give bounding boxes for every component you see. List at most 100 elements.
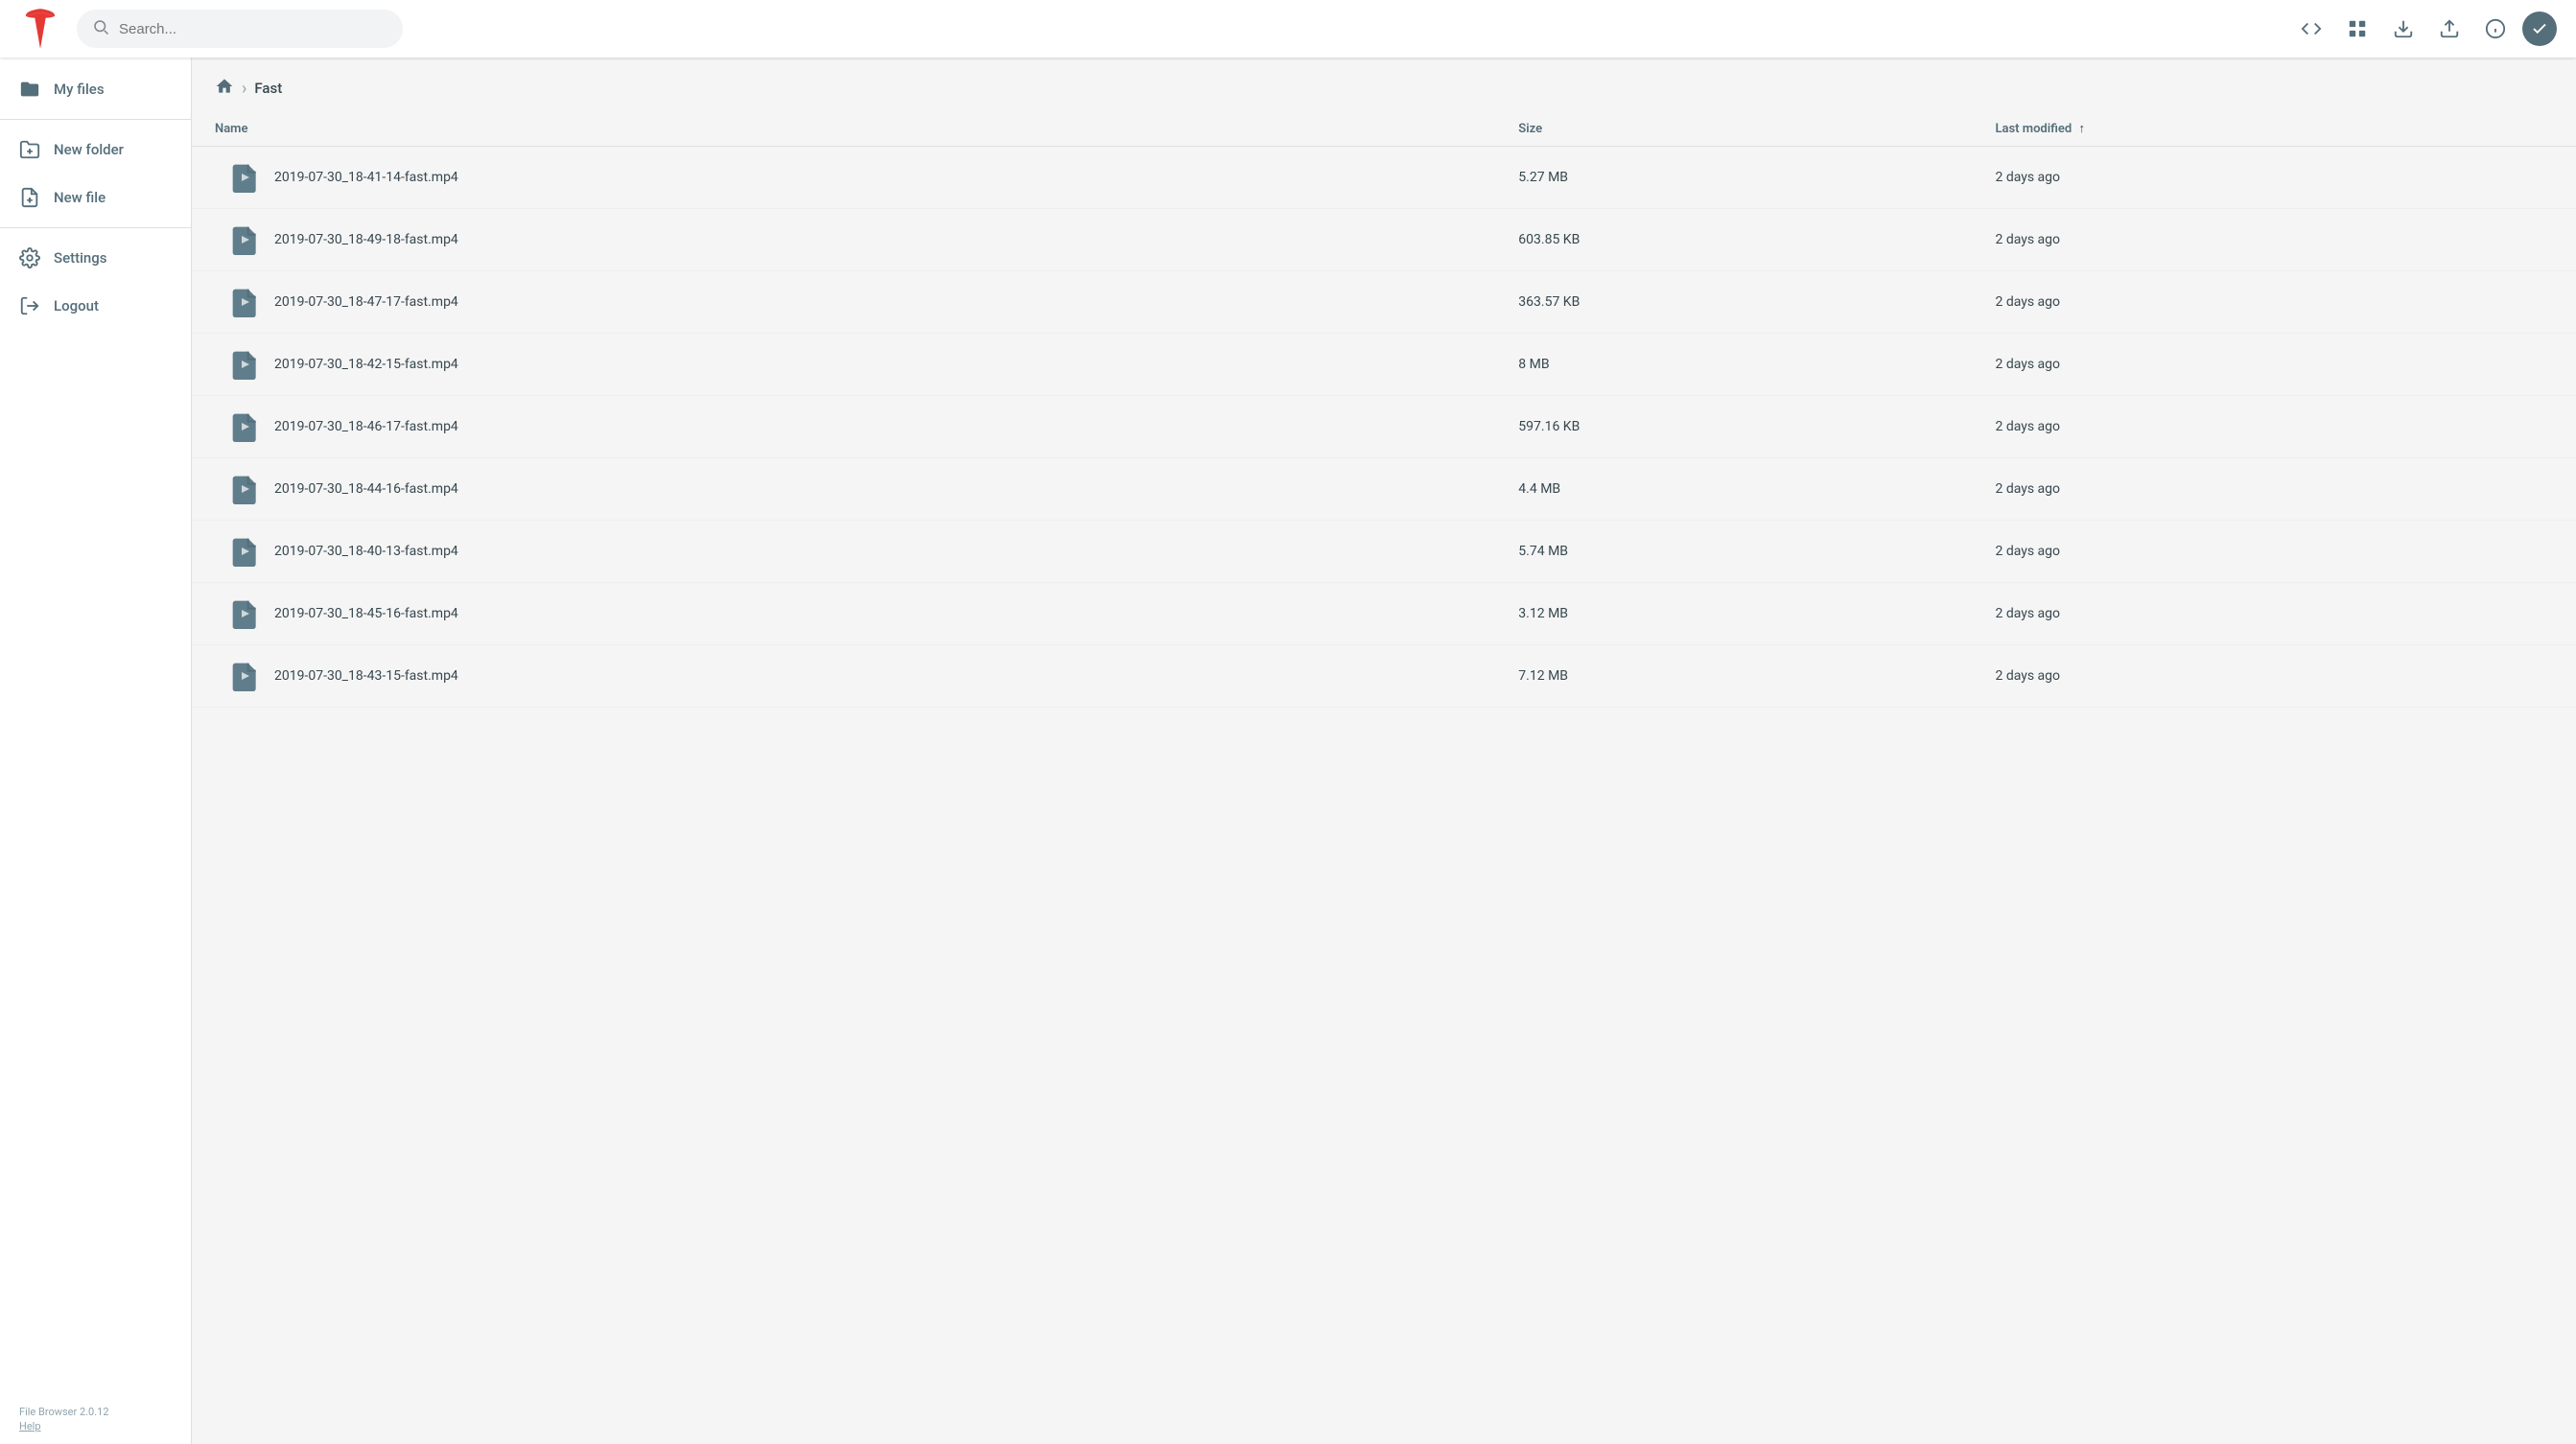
settings-icon xyxy=(19,247,40,268)
file-browser-content: › Fast Name Size Last modified ↑ xyxy=(192,58,2576,1444)
main-layout: My files New folder New file Set xyxy=(0,58,2576,1444)
app-logo xyxy=(19,8,61,50)
table-row[interactable]: 2019-07-30_18-46-17-fast.mp4 597.16 KB 2… xyxy=(192,396,2576,458)
file-name: 2019-07-30_18-41-14-fast.mp4 xyxy=(274,170,458,185)
table-row[interactable]: 2019-07-30_18-49-18-fast.mp4 603.85 KB 2… xyxy=(192,209,2576,271)
table-row[interactable]: 2019-07-30_18-44-16-fast.mp4 4.4 MB 2 da… xyxy=(192,458,2576,521)
file-name: 2019-07-30_18-40-13-fast.mp4 xyxy=(274,544,458,559)
sidebar-item-my-files[interactable]: My files xyxy=(0,65,191,113)
table-row[interactable]: 2019-07-30_18-45-16-fast.mp4 3.12 MB 2 d… xyxy=(192,583,2576,645)
breadcrumb-current: Fast xyxy=(254,80,282,97)
file-modified: 2 days ago xyxy=(1979,396,2576,458)
file-name-cell: 2019-07-30_18-46-17-fast.mp4 xyxy=(207,411,1487,442)
file-table-body: 2019-07-30_18-41-14-fast.mp4 5.27 MB 2 d… xyxy=(192,147,2576,708)
sidebar-new-folder-label: New folder xyxy=(54,141,124,158)
file-table: Name Size Last modified ↑ xyxy=(192,111,2576,708)
video-file-icon xyxy=(230,349,261,380)
sidebar: My files New folder New file Set xyxy=(0,58,192,1444)
video-file-icon xyxy=(230,162,261,193)
file-size: 603.85 KB xyxy=(1503,209,1979,271)
file-plus-icon xyxy=(19,187,40,208)
video-file-icon xyxy=(230,287,261,317)
header-actions xyxy=(2292,10,2557,48)
version-text: File Browser 2.0.12 xyxy=(19,1406,172,1418)
code-view-button[interactable] xyxy=(2292,10,2330,48)
breadcrumb-home[interactable] xyxy=(215,77,234,100)
video-file-icon xyxy=(230,536,261,567)
file-modified: 2 days ago xyxy=(1979,458,2576,521)
sidebar-my-files-label: My files xyxy=(54,81,105,98)
grid-view-button[interactable] xyxy=(2338,10,2377,48)
file-modified: 2 days ago xyxy=(1979,334,2576,396)
file-modified: 2 days ago xyxy=(1979,521,2576,583)
file-name: 2019-07-30_18-43-15-fast.mp4 xyxy=(274,668,458,684)
search-input[interactable] xyxy=(119,21,387,37)
upload-button[interactable] xyxy=(2430,10,2469,48)
download-button[interactable] xyxy=(2384,10,2423,48)
confirm-button[interactable] xyxy=(2522,12,2557,46)
table-row[interactable]: 2019-07-30_18-43-15-fast.mp4 7.12 MB 2 d… xyxy=(192,645,2576,708)
file-name: 2019-07-30_18-44-16-fast.mp4 xyxy=(274,481,458,497)
breadcrumb-separator: › xyxy=(242,79,246,99)
file-size: 5.27 MB xyxy=(1503,147,1979,209)
sidebar-divider-2 xyxy=(0,227,191,228)
sidebar-logout-label: Logout xyxy=(54,297,99,314)
search-bar[interactable] xyxy=(77,10,403,48)
file-size: 5.74 MB xyxy=(1503,521,1979,583)
file-name: 2019-07-30_18-49-18-fast.mp4 xyxy=(274,232,458,247)
file-size: 8 MB xyxy=(1503,334,1979,396)
header xyxy=(0,0,2576,58)
file-name-cell: 2019-07-30_18-45-16-fast.mp4 xyxy=(207,598,1487,629)
col-name[interactable]: Name xyxy=(192,111,1503,147)
file-modified: 2 days ago xyxy=(1979,645,2576,708)
home-icon xyxy=(215,77,234,96)
breadcrumb: › Fast xyxy=(192,58,2576,111)
sidebar-item-logout[interactable]: Logout xyxy=(0,282,191,330)
help-link[interactable]: Help xyxy=(19,1420,172,1432)
video-file-icon xyxy=(230,661,261,691)
col-modified[interactable]: Last modified ↑ xyxy=(1979,111,2576,147)
sidebar-new-file-label: New file xyxy=(54,189,105,206)
file-size: 597.16 KB xyxy=(1503,396,1979,458)
file-name-cell: 2019-07-30_18-43-15-fast.mp4 xyxy=(207,661,1487,691)
col-size[interactable]: Size xyxy=(1503,111,1979,147)
file-name-cell: 2019-07-30_18-47-17-fast.mp4 xyxy=(207,287,1487,317)
sidebar-divider-1 xyxy=(0,119,191,120)
folder-plus-icon xyxy=(19,139,40,160)
search-icon xyxy=(92,18,109,39)
file-size: 363.57 KB xyxy=(1503,271,1979,334)
sidebar-footer: File Browser 2.0.12 Help xyxy=(0,1394,191,1444)
info-button[interactable] xyxy=(2476,10,2515,48)
table-row[interactable]: 2019-07-30_18-42-15-fast.mp4 8 MB 2 days… xyxy=(192,334,2576,396)
file-name: 2019-07-30_18-47-17-fast.mp4 xyxy=(274,294,458,310)
file-name-cell: 2019-07-30_18-41-14-fast.mp4 xyxy=(207,162,1487,193)
file-table-header: Name Size Last modified ↑ xyxy=(192,111,2576,147)
file-name-cell: 2019-07-30_18-44-16-fast.mp4 xyxy=(207,474,1487,504)
file-name-cell: 2019-07-30_18-40-13-fast.mp4 xyxy=(207,536,1487,567)
file-size: 3.12 MB xyxy=(1503,583,1979,645)
sidebar-item-settings[interactable]: Settings xyxy=(0,234,191,282)
logout-icon xyxy=(19,295,40,316)
video-file-icon xyxy=(230,411,261,442)
file-modified: 2 days ago xyxy=(1979,271,2576,334)
table-row[interactable]: 2019-07-30_18-40-13-fast.mp4 5.74 MB 2 d… xyxy=(192,521,2576,583)
video-file-icon xyxy=(230,224,261,255)
sort-asc-icon: ↑ xyxy=(2078,121,2085,136)
table-row[interactable]: 2019-07-30_18-41-14-fast.mp4 5.27 MB 2 d… xyxy=(192,147,2576,209)
table-row[interactable]: 2019-07-30_18-47-17-fast.mp4 363.57 KB 2… xyxy=(192,271,2576,334)
file-size: 4.4 MB xyxy=(1503,458,1979,521)
sidebar-item-new-folder[interactable]: New folder xyxy=(0,126,191,174)
file-name: 2019-07-30_18-45-16-fast.mp4 xyxy=(274,606,458,621)
file-modified: 2 days ago xyxy=(1979,583,2576,645)
file-modified: 2 days ago xyxy=(1979,147,2576,209)
file-name-cell: 2019-07-30_18-42-15-fast.mp4 xyxy=(207,349,1487,380)
sidebar-item-new-file[interactable]: New file xyxy=(0,174,191,221)
folder-icon xyxy=(19,79,40,100)
file-size: 7.12 MB xyxy=(1503,645,1979,708)
file-name: 2019-07-30_18-46-17-fast.mp4 xyxy=(274,419,458,434)
video-file-icon xyxy=(230,474,261,504)
file-name-cell: 2019-07-30_18-49-18-fast.mp4 xyxy=(207,224,1487,255)
video-file-icon xyxy=(230,598,261,629)
sidebar-settings-label: Settings xyxy=(54,249,107,267)
file-name: 2019-07-30_18-42-15-fast.mp4 xyxy=(274,357,458,372)
